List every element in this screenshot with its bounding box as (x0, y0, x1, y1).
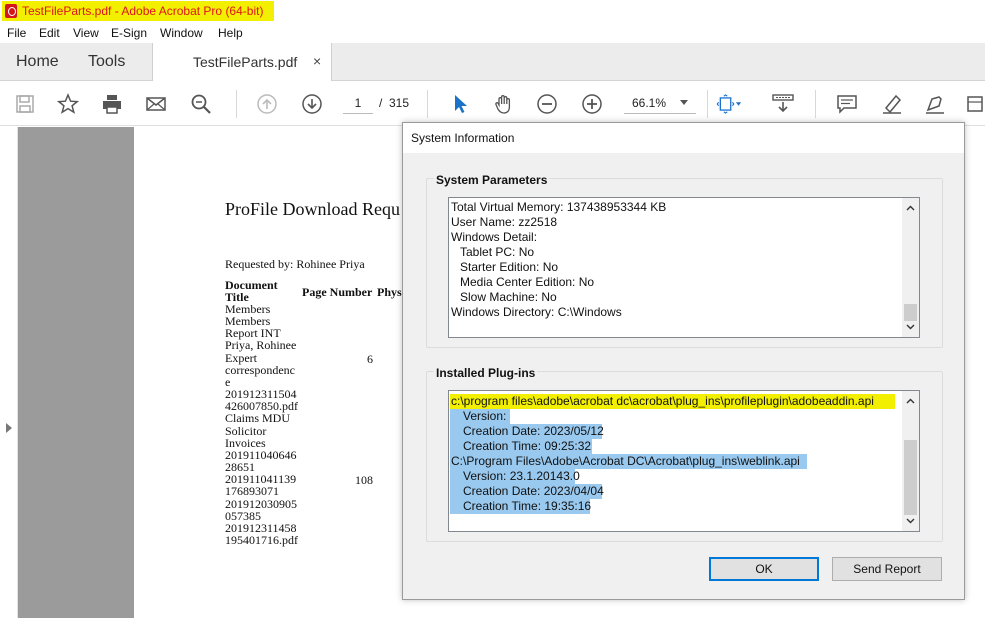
menu-help[interactable]: Help (218, 26, 243, 40)
more-tools-icon[interactable] (962, 91, 985, 117)
scroll-down-icon[interactable] (906, 516, 915, 525)
toolbar-separator (815, 90, 816, 118)
toolbar-separator (427, 90, 428, 118)
zoom-dropdown[interactable]: 66.1% (624, 92, 696, 114)
fit-page-icon[interactable] (716, 91, 742, 117)
scroll-mode-icon[interactable] (770, 91, 796, 117)
tab-bar: Home Tools TestFileParts.pdf × (0, 43, 985, 81)
document-title-cell-line: 195401716.pdf (225, 532, 298, 547)
installed-plugins-label: Installed Plug-ins (434, 366, 538, 380)
chevron-down-icon (680, 100, 688, 105)
zoom-out-icon[interactable] (534, 91, 560, 117)
system-parameters-list[interactable]: Windows Directory: C:\Windows Slow Machin… (448, 197, 920, 338)
menu-file[interactable]: File (7, 26, 26, 40)
page-number-cell: 6 (367, 352, 373, 366)
menu-edit[interactable]: Edit (39, 26, 60, 40)
plugin-line: c:\program files\adobe\acrobat dc\acroba… (450, 394, 895, 409)
tab-home[interactable]: Home (16, 53, 59, 71)
expand-panel-icon[interactable] (6, 423, 12, 433)
tab-tools[interactable]: Tools (88, 53, 125, 71)
dialog-title-bar: System Information (403, 123, 964, 153)
sign-pen-icon[interactable] (922, 91, 948, 117)
system-parameters-group: System Parameters Windows Directory: C:\… (426, 173, 943, 348)
send-report-button[interactable]: Send Report (832, 557, 942, 581)
highlight-pen-icon[interactable] (879, 91, 905, 117)
select-cursor-icon[interactable] (447, 91, 473, 117)
header-page-number: Page Number (302, 285, 373, 299)
document-background (18, 127, 134, 618)
document-tab-label: TestFileParts.pdf (193, 54, 298, 70)
dialog-title: System Information (411, 131, 515, 145)
toolbar: 1 / 315 66.1% (0, 82, 985, 126)
menu-view[interactable]: View (73, 26, 99, 40)
header-phys: Phys (377, 285, 402, 299)
document-title-cell-line: correspondenc (225, 362, 295, 377)
comment-icon[interactable] (834, 91, 860, 117)
system-information-dialog: System Information System Parameters Win… (402, 122, 965, 600)
title-bar: TestFileParts.pdf - Adobe Acrobat Pro (6… (0, 0, 985, 23)
system-parameter-line: Slow Machine: No (460, 290, 557, 304)
page-number-cell: 108 (355, 473, 373, 487)
scrollbar-thumb[interactable] (904, 304, 917, 321)
menu-window[interactable]: Window (160, 26, 203, 40)
menu-bar: File Edit View E-Sign Window Help (0, 23, 985, 43)
page-total: 315 (389, 96, 410, 110)
document-heading: ProFile Download Requ (225, 199, 400, 219)
plugin-line: Version: 23.1.20143.0 (450, 469, 580, 484)
plugin-line: Creation Date: 2023/04/04 (450, 484, 604, 499)
print-icon[interactable] (99, 91, 125, 117)
plugin-line: C:\Program Files\Adobe\Acrobat DC\Acroba… (450, 454, 807, 469)
left-panel-rail (0, 127, 18, 618)
system-parameters-scrollbar[interactable] (902, 198, 919, 337)
requested-by: Requested by: Rohinee Priya (225, 257, 365, 271)
zoom-search-icon[interactable] (188, 91, 214, 117)
system-parameter-line: Windows Detail: (451, 230, 538, 244)
document-title-cell-line: 176893071 (225, 484, 279, 499)
plugin-line: Creation Time: 09:25:32 (450, 439, 592, 454)
window-title: TestFileParts.pdf - Adobe Acrobat Pro (6… (22, 4, 264, 18)
page-number-input[interactable]: 1 (343, 92, 373, 114)
next-page-icon[interactable] (299, 91, 325, 117)
system-parameter-line: Starter Edition: No (460, 260, 559, 274)
document-title-cell-line: Expert (225, 350, 257, 365)
document-title-column: Members Members Report INT Priya, Rohinee Ex… (225, 303, 298, 546)
toolbar-separator (236, 90, 237, 118)
menu-esign[interactable]: E-Sign (111, 26, 147, 40)
installed-plugins-scrollbar[interactable] (902, 391, 919, 531)
installed-plugins-list[interactable]: Creation Time: 19:35:16 Creation Date: 20… (448, 390, 920, 532)
system-parameter-line: Windows Directory: C:\Windows (451, 305, 622, 319)
system-parameter-line: Total Virtual Memory: 137438953344 KB (451, 200, 667, 214)
plugin-line: Version: (450, 409, 510, 424)
document-title-cell-line: Priya, Rohinee (225, 338, 297, 353)
scrollbar-thumb[interactable] (904, 440, 917, 515)
scroll-down-icon[interactable] (906, 322, 915, 331)
installed-plugins-group: Installed Plug-ins Creation Time: 19:35:… (426, 366, 943, 542)
system-parameter-line: User Name: zz2518 (451, 215, 558, 229)
system-parameter-line: Tablet PC: No (460, 245, 535, 259)
document-title-cell-line: 201912030905 (225, 496, 297, 511)
scroll-up-icon[interactable] (906, 397, 915, 406)
document-title-cell-line: Claims MDU (225, 411, 291, 426)
page-separator: / (379, 96, 383, 110)
email-icon[interactable] (143, 91, 169, 117)
system-parameter-line: Media Center Edition: No (460, 275, 595, 289)
acrobat-app-icon (5, 4, 17, 18)
toolbar-separator (707, 90, 708, 118)
zoom-value: 66.1% (632, 96, 667, 110)
bookmark-star-icon[interactable] (55, 91, 81, 117)
plugin-line: Creation Time: 19:35:16 (450, 499, 591, 514)
close-tab-icon[interactable]: × (313, 53, 321, 69)
document-title-cell-line: Solicitor (225, 423, 267, 438)
previous-page-icon[interactable] (254, 91, 280, 117)
plugin-line: Creation Date: 2023/05/12 (450, 424, 604, 439)
ok-button[interactable]: OK (709, 557, 819, 581)
scroll-up-icon[interactable] (906, 204, 915, 213)
hand-tool-icon[interactable] (491, 91, 517, 117)
tab-document[interactable]: TestFileParts.pdf × (152, 43, 332, 81)
document-title-cell-line: 057385 (225, 508, 261, 523)
system-parameters-label: System Parameters (434, 173, 550, 187)
zoom-in-icon[interactable] (579, 91, 605, 117)
save-icon[interactable] (12, 91, 38, 117)
